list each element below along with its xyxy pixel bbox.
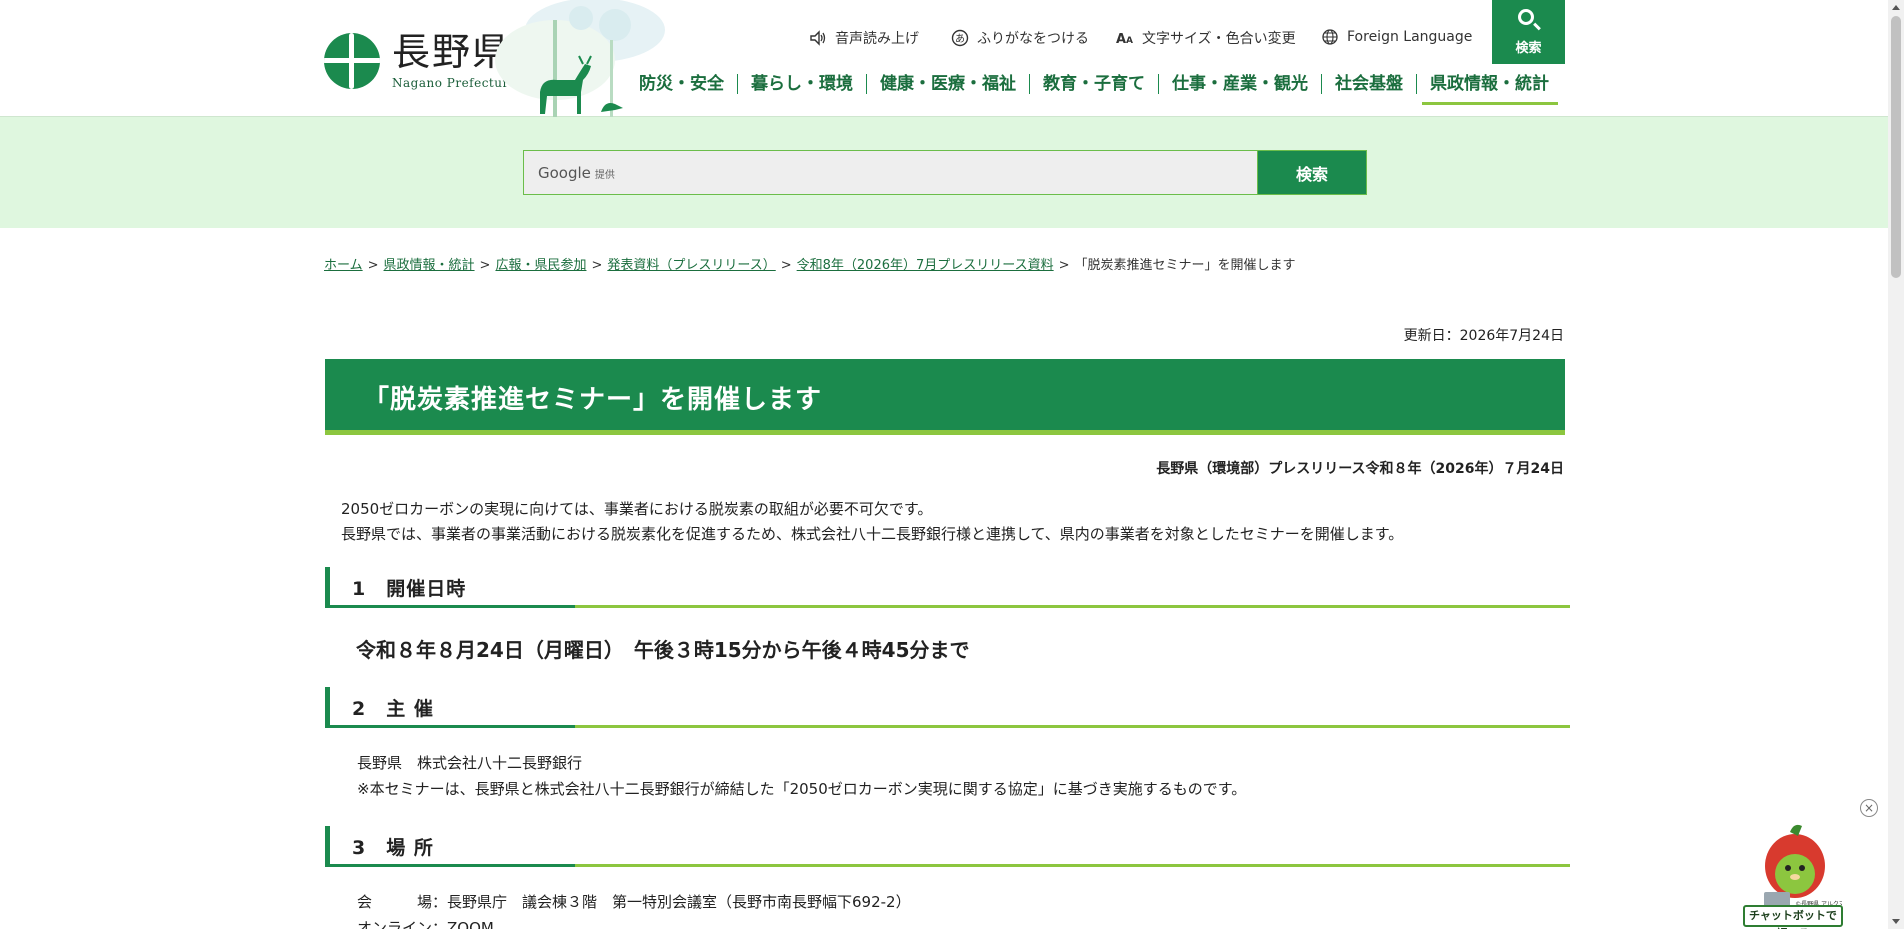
section-heading-organizer: 2 主 催: [325, 687, 1570, 728]
breadcrumb-link-government[interactable]: 県政情報・統計: [384, 258, 475, 273]
speaker-icon: [809, 29, 827, 47]
breadcrumb-link-pr[interactable]: 広報・県民参加: [495, 258, 586, 273]
breadcrumb: ホーム > 県政情報・統計 > 広報・県民参加 > 発表資料（プレスリリース） > 令和8年（2…: [324, 258, 1296, 273]
online-line: オンライン：ZOOM: [357, 919, 494, 929]
utility-text-size[interactable]: AA 文字サイズ・色合い変更: [1116, 28, 1296, 48]
chatbot-close-icon[interactable]: ×: [1860, 799, 1878, 817]
breadcrumb-current: 「脱炭素推進セミナー」を開催します: [1074, 258, 1296, 273]
page-scrollbar[interactable]: [1888, 0, 1904, 929]
svg-text:A: A: [1116, 32, 1126, 47]
svg-text:あ: あ: [955, 33, 965, 45]
organizer-line: 長野県 株式会社八十二長野銀行: [357, 754, 583, 772]
event-datetime: 令和８年８月24日（月曜日） 午後３時15分から午後４時45分まで: [356, 638, 970, 662]
utility-label: 音声読み上げ: [835, 31, 919, 47]
svg-text:A: A: [1126, 36, 1133, 46]
section-heading-datetime: 1 開催日時: [325, 567, 1570, 608]
organizer-note: ※本セミナーは、長野県と株式会社八十二長野銀行が締結した「2050ゼロカーボン実…: [357, 780, 1247, 798]
breadcrumb-link-home[interactable]: ホーム: [324, 258, 363, 273]
chatbot-button[interactable]: チャットボットで調べる: [1743, 905, 1843, 929]
venue-line: 会 場：長野県庁 議会棟３階 第一特別会議室（長野市南長野幅下692-2）: [357, 893, 911, 911]
search-provider: Google 提供: [538, 164, 615, 182]
header-illustration: [495, 0, 665, 117]
organizer-text: 長野県 株式会社八十二長野銀行 ※本セミナーは、長野県と株式会社八十二長野銀行が…: [357, 750, 1246, 802]
section-title: 2 主 催: [352, 698, 434, 720]
hiragana-icon: あ: [951, 29, 969, 47]
section-heading-venue: 3 場 所: [325, 826, 1570, 867]
intro-line: 2050ゼロカーボンの実現に向けては、事業者における脱炭素の取組が必要不可欠です…: [341, 500, 933, 518]
site-header: 長野県 Nagano Prefecture 音声読み上げ あ ふりがなをつける …: [0, 0, 1888, 117]
site-search-input[interactable]: Google 提供: [523, 150, 1257, 195]
header-search-button[interactable]: 検索: [1492, 0, 1565, 64]
nav-item-living[interactable]: 暮らし・環境: [737, 74, 866, 94]
nav-item-infrastructure[interactable]: 社会基盤: [1321, 74, 1416, 94]
scroll-down-arrow-icon[interactable]: [1892, 919, 1900, 924]
section-title: 1 開催日時: [352, 578, 467, 600]
breadcrumb-link-press[interactable]: 発表資料（プレスリリース）: [607, 258, 775, 273]
press-release-line: 長野県（環境部）プレスリリース令和８年（2026年）７月24日: [1156, 461, 1564, 477]
global-nav: 防災・安全 暮らし・環境 健康・医療・福祉 教育・子育て 仕事・産業・観光 社会…: [625, 74, 1562, 105]
utility-furigana[interactable]: あ ふりがなをつける: [951, 28, 1089, 48]
utility-read-aloud[interactable]: 音声読み上げ: [809, 28, 919, 48]
search-icon: [1518, 9, 1534, 25]
nav-item-disaster[interactable]: 防災・安全: [625, 74, 737, 94]
scroll-thumb[interactable]: [1891, 16, 1901, 278]
section-title: 3 場 所: [352, 837, 434, 859]
site-search-button[interactable]: 検索: [1257, 150, 1367, 195]
utility-label: ふりがなをつける: [977, 31, 1089, 47]
page-title: 「脱炭素推進セミナー」を開催します: [363, 385, 823, 415]
nav-item-health[interactable]: 健康・医療・福祉: [866, 74, 1029, 94]
globe-icon: [1321, 28, 1339, 46]
nav-item-education[interactable]: 教育・子育て: [1029, 74, 1158, 94]
header-search-label: 検索: [1515, 41, 1542, 56]
nav-item-work[interactable]: 仕事・産業・観光: [1158, 74, 1321, 94]
updated-date: 更新日：2026年7月24日: [1403, 328, 1564, 344]
breadcrumb-link-press-month[interactable]: 令和8年（2026年）7月プレスリリース資料: [797, 258, 1054, 273]
intro-text: 2050ゼロカーボンの実現に向けては、事業者における脱炭素の取組が必要不可欠です…: [341, 497, 1403, 547]
intro-line: 長野県では、事業者の事業活動における脱炭素化を促進するため、株式会社八十二長野銀…: [341, 525, 1404, 543]
nav-item-government[interactable]: 県政情報・統計: [1416, 74, 1562, 105]
utility-foreign-language[interactable]: Foreign Language: [1321, 28, 1472, 46]
scroll-up-arrow-icon[interactable]: [1892, 5, 1900, 10]
text-size-icon: AA: [1116, 29, 1134, 47]
prefecture-emblem-icon: [324, 33, 380, 89]
venue-text: 会 場：長野県庁 議会棟３階 第一特別会議室（長野市南長野幅下692-2） オン…: [357, 889, 911, 929]
utility-label: Foreign Language: [1347, 29, 1473, 45]
utility-label: 文字サイズ・色合い変更: [1142, 31, 1296, 47]
page-title-bar: 「脱炭素推進セミナー」を開催します: [325, 359, 1565, 435]
